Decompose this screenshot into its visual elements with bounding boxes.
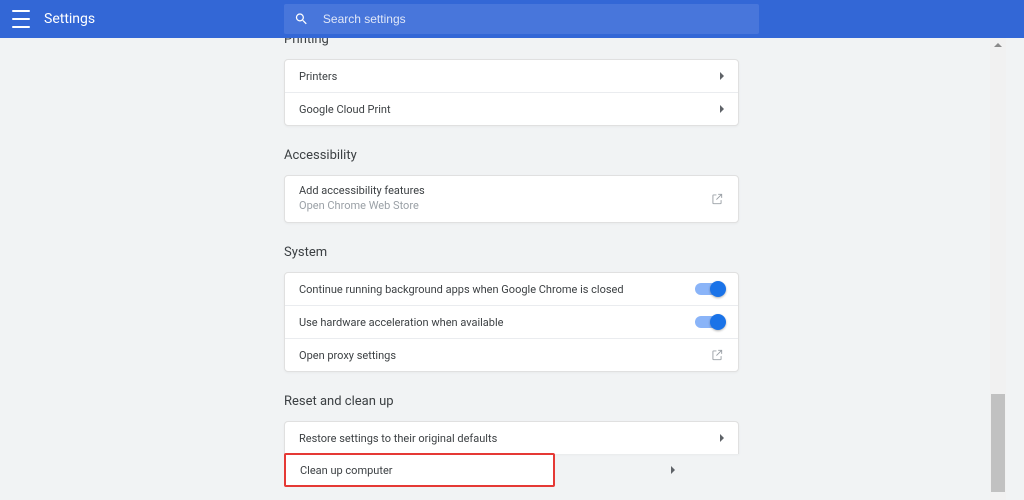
row-text: Add accessibility features Open Chrome W…	[299, 184, 425, 214]
row-label: Restore settings to their original defau…	[299, 432, 497, 445]
row-label: Google Cloud Print	[299, 103, 391, 116]
scrollbar-thumb[interactable]	[991, 394, 1005, 492]
search-box[interactable]	[284, 4, 759, 34]
row-proxy-settings[interactable]: Open proxy settings	[285, 338, 738, 371]
row-sublabel: Open Chrome Web Store	[299, 199, 425, 214]
system-card: Continue running background apps when Go…	[284, 272, 739, 372]
chevron-right-icon	[720, 434, 724, 442]
section-title-accessibility: Accessibility	[284, 148, 739, 163]
reset-card: Restore settings to their original defau…	[284, 421, 739, 454]
section-title-reset: Reset and clean up	[284, 394, 739, 409]
toggle-hardware-acceleration[interactable]	[695, 316, 724, 328]
row-hardware-acceleration[interactable]: Use hardware acceleration when available	[285, 305, 738, 338]
menu-icon[interactable]	[10, 6, 32, 32]
row-label: Clean up computer	[300, 464, 393, 477]
row-google-cloud-print[interactable]: Google Cloud Print	[285, 92, 738, 125]
row-label: Add accessibility features	[299, 184, 425, 199]
row-background-apps[interactable]: Continue running background apps when Go…	[285, 273, 738, 305]
vertical-scrollbar[interactable]	[990, 38, 1006, 500]
row-restore-defaults[interactable]: Restore settings to their original defau…	[285, 422, 738, 454]
external-link-icon	[710, 192, 724, 206]
printing-card: Printers Google Cloud Print	[284, 59, 739, 126]
external-link-icon	[710, 348, 724, 362]
chevron-right-icon	[671, 466, 675, 474]
toggle-background-apps[interactable]	[695, 283, 724, 295]
row-add-accessibility[interactable]: Add accessibility features Open Chrome W…	[285, 176, 738, 222]
chevron-right-icon	[720, 105, 724, 113]
row-label: Printers	[299, 70, 337, 83]
search-icon	[294, 11, 309, 27]
section-title-system: System	[284, 245, 739, 260]
section-title-printing: Printing	[284, 38, 739, 47]
settings-column: Printing Printers Google Cloud Print Acc…	[284, 38, 739, 487]
row-label: Continue running background apps when Go…	[299, 283, 624, 296]
search-input[interactable]	[321, 11, 749, 27]
app-title: Settings	[44, 11, 95, 27]
row-label: Use hardware acceleration when available	[299, 316, 503, 329]
content-area: Printing Printers Google Cloud Print Acc…	[0, 38, 1006, 500]
row-clean-up-computer[interactable]: Clean up computer	[286, 455, 553, 485]
app-header: Settings	[0, 0, 1024, 38]
row-label: Open proxy settings	[299, 349, 396, 362]
accessibility-card: Add accessibility features Open Chrome W…	[284, 175, 739, 223]
chevron-right-icon	[720, 72, 724, 80]
scroll-up-icon[interactable]	[994, 43, 1002, 47]
cleanup-highlight: Clean up computer	[284, 453, 555, 487]
row-printers[interactable]: Printers	[285, 60, 738, 92]
